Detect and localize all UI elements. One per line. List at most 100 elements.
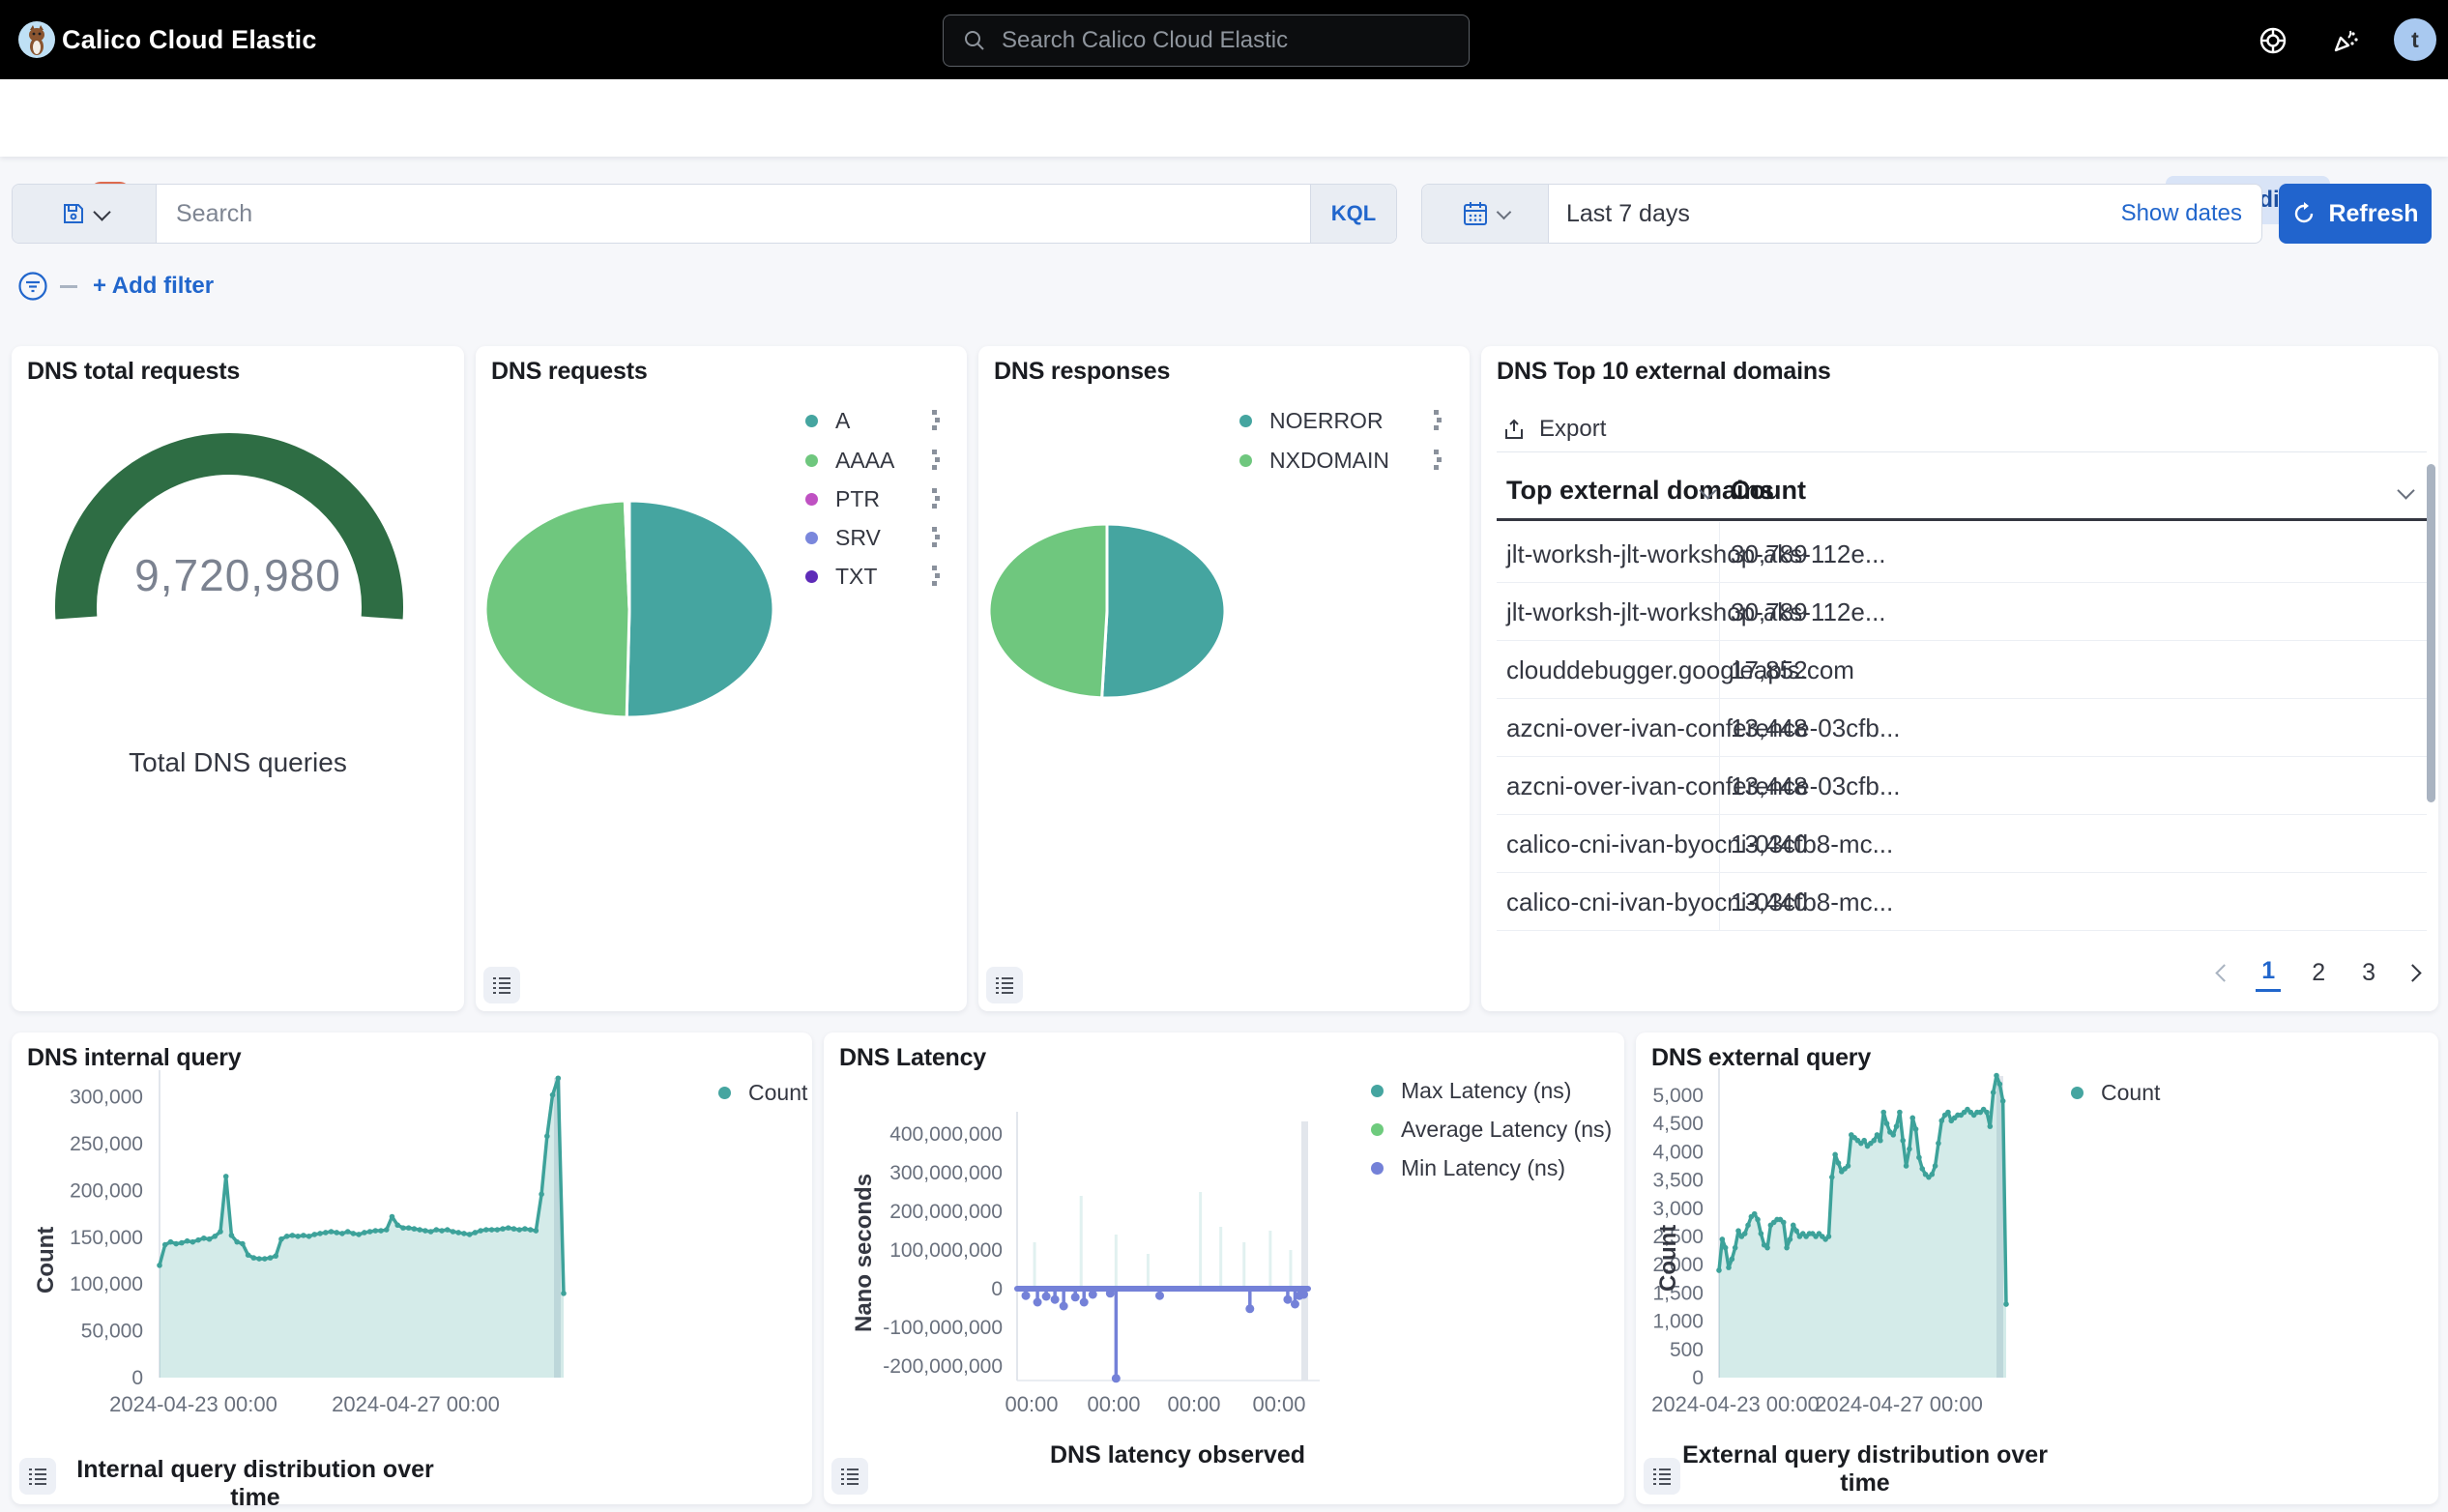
date-picker-menu[interactable] — [1422, 185, 1549, 243]
global-search-input[interactable] — [1000, 26, 1410, 55]
svg-text:150,000: 150,000 — [70, 1227, 143, 1249]
table-cell-count: 30,789 — [1731, 597, 1808, 627]
global-search[interactable] — [943, 15, 1470, 67]
panel-dns-latency: DNS Latency -200,000,000-100,000,0000100… — [824, 1032, 1624, 1504]
column-header-count[interactable]: Count — [1731, 476, 1806, 506]
prev-page-icon[interactable] — [2216, 964, 2233, 981]
table-row[interactable]: jlt-worksh-jlt-workshop-aks-112e... — [1506, 539, 1886, 569]
svg-text:00:00: 00:00 — [1252, 1392, 1305, 1416]
chevron-down-icon — [1496, 204, 1511, 219]
inspect-button[interactable] — [1644, 1458, 1680, 1495]
svg-text:200,000: 200,000 — [70, 1179, 143, 1202]
help-icon[interactable] — [2259, 26, 2288, 55]
table-scrollbar[interactable] — [2427, 464, 2435, 802]
kql-toggle[interactable]: KQL — [1310, 185, 1396, 243]
legend-dot — [1371, 1085, 1384, 1097]
table-cell-count: 13,440 — [1731, 829, 1808, 859]
refresh-button[interactable]: Refresh — [2279, 184, 2432, 244]
legend-item[interactable]: Count — [748, 1080, 807, 1106]
export-icon — [1502, 418, 1526, 441]
legend-dot — [1239, 454, 1252, 467]
legend-item[interactable]: SRV — [835, 525, 881, 551]
dashboard-toolbar: c Dashboard DNS Dashboard Full screen Sh… — [0, 79, 2448, 157]
legend-dot — [805, 454, 818, 467]
panel-title: DNS Top 10 external domains — [1497, 358, 1831, 386]
next-page-icon[interactable] — [2404, 964, 2421, 981]
y-axis-title: Count — [1655, 1225, 1682, 1292]
app-logo — [17, 20, 56, 59]
legend-item[interactable]: Max Latency (ns) — [1401, 1078, 1571, 1104]
legend-dot — [1371, 1162, 1384, 1175]
legend-item[interactable]: Average Latency (ns) — [1401, 1117, 1612, 1143]
y-axis-title: Count — [33, 1227, 60, 1294]
svg-text:-200,000,000: -200,000,000 — [883, 1355, 1003, 1378]
panel-dns-total-requests: DNS total requests 9,720,980 Total DNS q… — [12, 346, 464, 1011]
svg-text:00:00: 00:00 — [1167, 1392, 1220, 1416]
legend-dot — [805, 570, 818, 583]
panel-dns-responses: DNS responses NOERROR NXDOMAIN — [978, 346, 1470, 1011]
panel-dns-requests: DNS requests A AAAA PTR SRV TXT — [476, 346, 967, 1011]
svg-text:250,000: 250,000 — [70, 1133, 143, 1155]
inspect-button[interactable] — [831, 1458, 868, 1495]
chart-caption: DNS latency observed — [984, 1441, 1371, 1469]
pagination: 1 2 3 — [2218, 953, 2419, 992]
legend-action-icon[interactable] — [929, 525, 941, 550]
svg-text:0: 0 — [991, 1278, 1003, 1300]
area-chart: 050,000100,000150,000200,000250,000300,0… — [12, 1032, 812, 1504]
legend-item[interactable]: Min Latency (ns) — [1401, 1155, 1565, 1181]
refresh-button-label: Refresh — [2328, 200, 2418, 228]
legend-action-icon[interactable] — [929, 486, 941, 511]
svg-text:4,000: 4,000 — [1652, 1141, 1704, 1163]
row-divider — [1497, 930, 2427, 931]
page-button-1[interactable]: 1 — [2256, 953, 2281, 992]
table-row[interactable]: azcni-over-ivan-conference-03cfb... — [1506, 713, 1901, 743]
svg-text:0: 0 — [1692, 1367, 1704, 1389]
legend-item[interactable]: A — [835, 408, 850, 434]
gauge-chart — [12, 346, 464, 1011]
saved-query-menu[interactable] — [13, 185, 157, 243]
inspect-button[interactable] — [19, 1458, 56, 1495]
inspect-button[interactable] — [483, 967, 520, 1003]
legend-item[interactable]: TXT — [835, 564, 877, 590]
page-button-3[interactable]: 3 — [2356, 955, 2381, 991]
legend-action-icon[interactable] — [929, 408, 941, 433]
list-icon — [839, 1466, 860, 1487]
table-cell-count: 13,448 — [1731, 771, 1808, 801]
legend-item[interactable]: NXDOMAIN — [1269, 448, 1389, 474]
row-divider — [1497, 872, 2427, 873]
legend-dot — [805, 532, 818, 544]
chevron-down-icon[interactable] — [2397, 481, 2414, 499]
export-button[interactable]: Export — [1502, 416, 1606, 443]
legend-item[interactable]: PTR — [835, 486, 880, 512]
table-row[interactable]: calico-cni-ivan-byocni-03cfb8-mc... — [1506, 887, 1893, 917]
legend-action-icon[interactable] — [929, 564, 941, 589]
svg-text:100,000: 100,000 — [70, 1273, 143, 1295]
inspect-button[interactable] — [986, 967, 1023, 1003]
list-icon — [994, 974, 1015, 996]
refresh-icon — [2291, 201, 2317, 226]
table-row[interactable]: calico-cni-ivan-byocni-03cfb8-mc... — [1506, 829, 1893, 859]
add-filter-button[interactable]: + Add filter — [93, 273, 214, 300]
page-button-2[interactable]: 2 — [2306, 955, 2331, 991]
table-row[interactable]: jlt-worksh-jlt-workshop-aks-112e... — [1506, 597, 1886, 627]
avatar[interactable]: t — [2394, 18, 2436, 61]
filter-icon[interactable] — [17, 271, 48, 302]
row-divider — [1497, 640, 2427, 641]
list-icon — [1651, 1466, 1673, 1487]
legend-action-icon[interactable] — [929, 448, 941, 473]
kql-search-bar: KQL — [12, 184, 1397, 244]
time-range-value[interactable]: Last 7 days — [1549, 185, 2121, 243]
legend-action-icon[interactable] — [1431, 408, 1443, 433]
chevron-down-icon — [93, 203, 110, 220]
legend-item[interactable]: AAAA — [835, 448, 894, 474]
table-row[interactable]: azcni-over-ivan-conference-03cfb... — [1506, 771, 1901, 801]
panel-dns-external-query: DNS external query 05001,0001,5002,0002,… — [1636, 1032, 2438, 1504]
list-icon — [491, 974, 512, 996]
gauge-value: 9,720,980 — [12, 549, 464, 601]
legend-action-icon[interactable] — [1431, 448, 1443, 473]
legend-item[interactable]: NOERROR — [1269, 408, 1384, 434]
legend-item[interactable]: Count — [2101, 1080, 2160, 1106]
show-dates-button[interactable]: Show dates — [2121, 185, 2261, 243]
query-input[interactable] — [157, 185, 1310, 243]
news-icon[interactable] — [2330, 25, 2361, 56]
